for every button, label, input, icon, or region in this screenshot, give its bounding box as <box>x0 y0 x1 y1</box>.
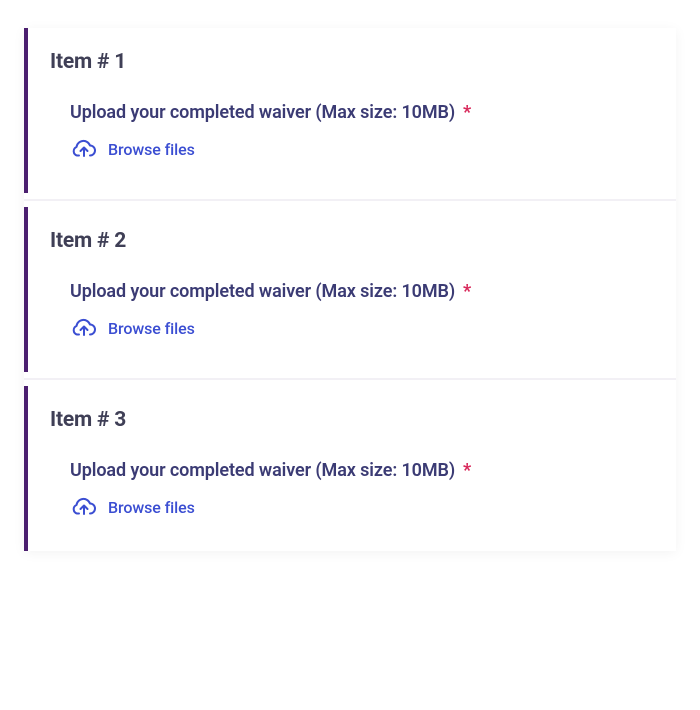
browse-files-button[interactable]: Browse files <box>70 137 654 161</box>
browse-files-label: Browse files <box>108 498 195 517</box>
cloud-upload-icon <box>70 137 98 161</box>
required-marker: * <box>463 102 471 123</box>
upload-label: Upload your completed waiver (Max size: … <box>70 281 455 302</box>
cloud-upload-icon <box>70 316 98 340</box>
upload-section: Upload your completed waiver (Max size: … <box>50 102 654 161</box>
cloud-upload-icon <box>70 495 98 519</box>
browse-files-label: Browse files <box>108 319 195 338</box>
upload-label: Upload your completed waiver (Max size: … <box>70 460 455 481</box>
browse-files-label: Browse files <box>108 140 195 159</box>
item-title: Item # 3 <box>50 408 654 432</box>
required-marker: * <box>463 460 471 481</box>
upload-section: Upload your completed waiver (Max size: … <box>50 460 654 519</box>
item-title: Item # 1 <box>50 50 654 74</box>
upload-section: Upload your completed waiver (Max size: … <box>50 281 654 340</box>
browse-files-button[interactable]: Browse files <box>70 495 654 519</box>
browse-files-button[interactable]: Browse files <box>70 316 654 340</box>
item-card-3: Item # 3 Upload your completed waiver (M… <box>24 386 676 551</box>
item-card-2: Item # 2 Upload your completed waiver (M… <box>24 207 676 372</box>
item-title: Item # 2 <box>50 229 654 253</box>
upload-label: Upload your completed waiver (Max size: … <box>70 102 455 123</box>
upload-items-container: Item # 1 Upload your completed waiver (M… <box>24 28 676 551</box>
item-card-1: Item # 1 Upload your completed waiver (M… <box>24 28 676 193</box>
required-marker: * <box>463 281 471 302</box>
